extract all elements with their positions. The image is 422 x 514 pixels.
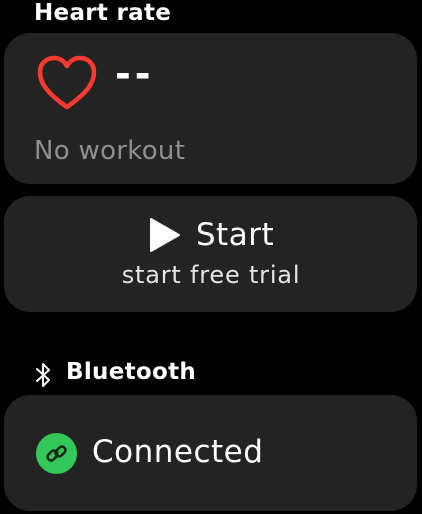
- bluetooth-icon: [36, 363, 50, 387]
- start-free-trial-label: start free trial: [121, 261, 301, 289]
- start-button[interactable]: [4, 196, 417, 312]
- heart-rate-section-title: Heart rate: [34, 0, 172, 26]
- heart-outline-icon: [37, 55, 97, 110]
- play-icon: [149, 218, 180, 252]
- heart-rate-value: --: [115, 52, 155, 96]
- heart-rate-status: No workout: [34, 136, 186, 166]
- bluetooth-section-title: Bluetooth: [66, 359, 197, 385]
- bluetooth-status: Connected: [92, 434, 264, 470]
- link-status-badge: [36, 433, 77, 474]
- start-button-content: Start: [0, 217, 422, 253]
- start-button-label: Start: [195, 217, 275, 253]
- link-icon: [46, 445, 67, 462]
